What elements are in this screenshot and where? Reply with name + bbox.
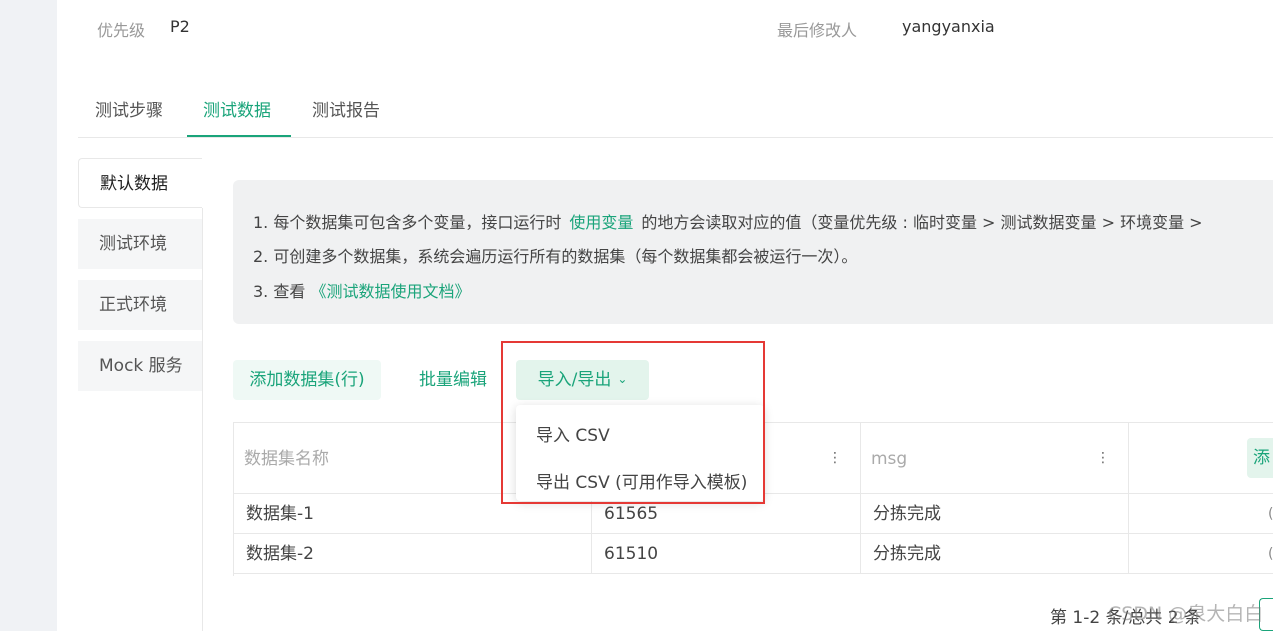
info-line-1-pre: 1. 每个数据集可包含多个变量，接口运行时 xyxy=(253,213,562,232)
priority-value: P2 xyxy=(170,17,190,36)
priority-label: 优先级 xyxy=(97,21,146,40)
env-item-mock-service[interactable]: Mock 服务 xyxy=(78,341,202,391)
column-header-msg: msg xyxy=(861,422,1129,494)
add-column-button-partial[interactable]: 添 xyxy=(1247,438,1273,478)
info-line-1: 1. 每个数据集可包含多个变量，接口运行时 使用变量 的地方会读取对应的值（变量优先… xyxy=(253,209,1203,233)
table-cell-operations xyxy=(1129,534,1273,574)
import-export-dropdown: 导入 CSV 导出 CSV (可用作导入模板) xyxy=(516,405,764,501)
tabs-divider xyxy=(78,137,1273,138)
env-item-test-env[interactable]: 测试环境 xyxy=(78,219,202,269)
table-cell-msg[interactable]: 分拣完成 xyxy=(861,494,1129,534)
row-operation-partial[interactable]: ( xyxy=(1268,546,1273,562)
info-notice: 1. 每个数据集可包含多个变量，接口运行时 使用变量 的地方会读取对应的值（变量优先… xyxy=(233,180,1273,324)
watermark: CSDN @泉大白白 xyxy=(1108,603,1264,625)
tab-test-steps[interactable]: 测试步骤 xyxy=(95,96,163,137)
batch-edit-button[interactable]: 批量编辑 xyxy=(419,360,487,400)
import-export-button[interactable]: 导入/导出 ⌄ xyxy=(516,360,649,400)
table-cell-value[interactable]: 61510 xyxy=(592,534,861,574)
tab-test-data[interactable]: 测试数据 xyxy=(203,96,271,137)
info-line-3-pre: 3. 查看 xyxy=(253,282,306,301)
export-csv-menu-item[interactable]: 导出 CSV (可用作导入模板) xyxy=(536,468,747,493)
last-modifier-label: 最后修改人 xyxy=(777,21,858,40)
column-menu-icon[interactable]: ⋮ xyxy=(828,450,842,466)
env-item-prod-env[interactable]: 正式环境 xyxy=(78,280,202,330)
info-line-1-post: 的地方会读取对应的值（变量优先级 : 临时变量 > 测试数据变量 > 环境变量 … xyxy=(641,213,1203,232)
tab-test-report[interactable]: 测试报告 xyxy=(312,96,380,137)
test-data-doc-link[interactable]: 《测试数据使用文档》 xyxy=(310,282,470,301)
env-nav-divider xyxy=(202,208,203,631)
column-menu-icon[interactable]: ⋮ xyxy=(1096,450,1110,466)
table-cell-name: 数据集-2 xyxy=(234,534,592,574)
left-gutter xyxy=(0,0,57,631)
use-variables-link[interactable]: 使用变量 xyxy=(569,213,633,232)
env-item-default-data[interactable]: 默认数据 xyxy=(78,158,202,208)
add-dataset-button[interactable]: 添加数据集(行) xyxy=(233,360,381,400)
import-csv-menu-item[interactable]: 导入 CSV xyxy=(536,421,610,446)
last-modifier-value: yangyanxia xyxy=(902,17,995,36)
table-cell-operations xyxy=(1129,494,1273,534)
import-export-label: 导入/导出 xyxy=(537,370,612,390)
row-operation-partial[interactable]: ( xyxy=(1268,506,1273,522)
info-line-3: 3. 查看 《测试数据使用文档》 xyxy=(253,278,470,302)
chevron-down-icon: ⌄ xyxy=(617,372,628,386)
info-line-2: 2. 可创建多个数据集，系统会遍历运行所有的数据集（每个数据集都会被运行一次）。 xyxy=(253,247,858,266)
table-cell-msg[interactable]: 分拣完成 xyxy=(861,534,1129,574)
